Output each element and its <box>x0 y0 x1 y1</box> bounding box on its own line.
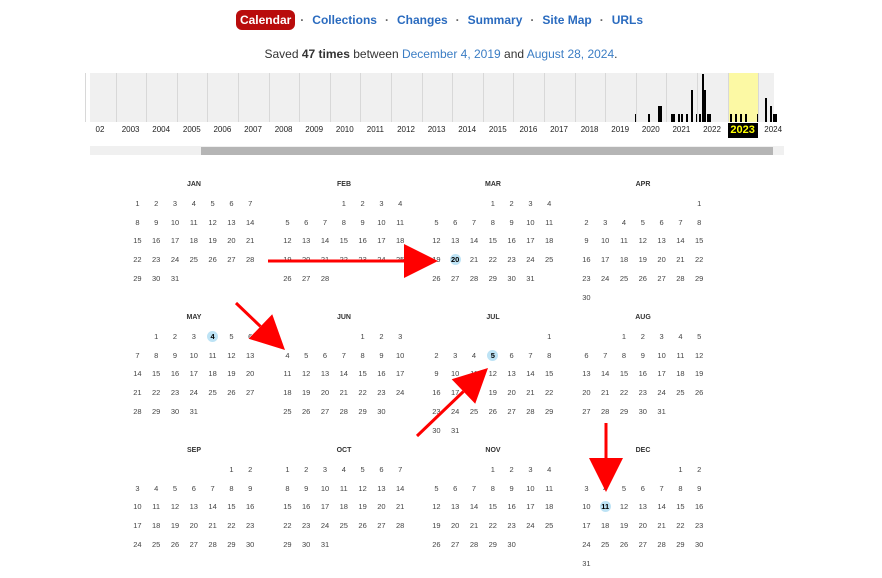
annotation-arrows <box>234 244 623 492</box>
red-arrow-icon <box>268 244 438 278</box>
red-arrow-icon <box>589 423 623 492</box>
red-arrow-icon <box>234 301 285 350</box>
red-arrow-icon <box>415 368 488 438</box>
